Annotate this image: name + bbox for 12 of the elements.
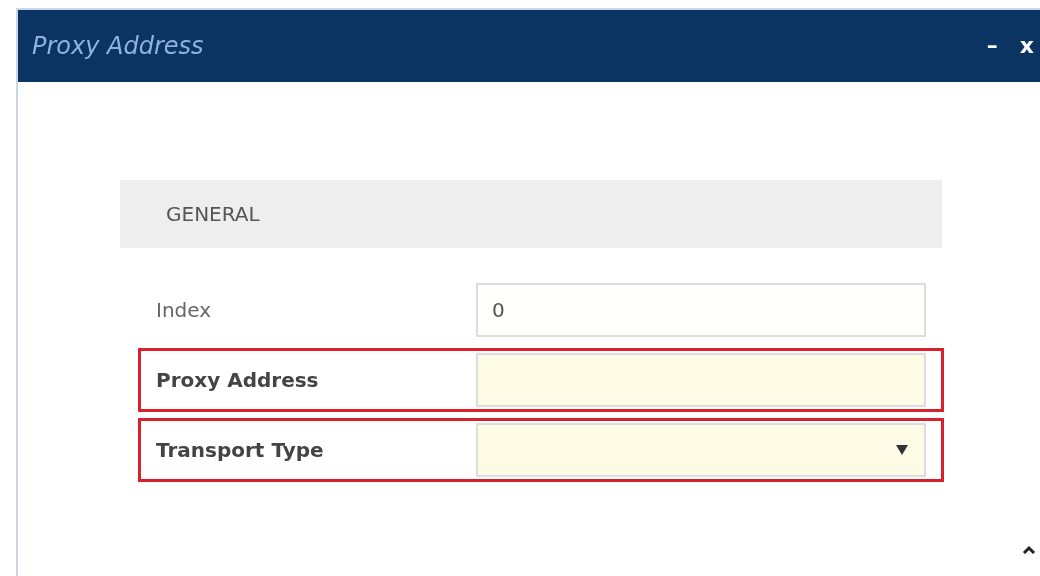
field-label: Index: [156, 297, 213, 324]
window-title: Proxy Address: [32, 31, 204, 62]
minimize-button[interactable]: –: [986, 35, 998, 57]
chevron-up-icon[interactable]: [1022, 545, 1036, 554]
dropdown-arrow-icon: [896, 445, 908, 455]
transport-type-dropdown[interactable]: [476, 423, 926, 477]
field-label: Transport Type: [156, 437, 325, 464]
section-title: GENERAL: [166, 201, 260, 228]
field-label: Proxy Address: [156, 367, 320, 394]
close-button[interactable]: x: [1019, 35, 1034, 57]
text-input-field[interactable]: [476, 353, 926, 407]
text-input-field[interactable]: 0: [476, 283, 926, 337]
